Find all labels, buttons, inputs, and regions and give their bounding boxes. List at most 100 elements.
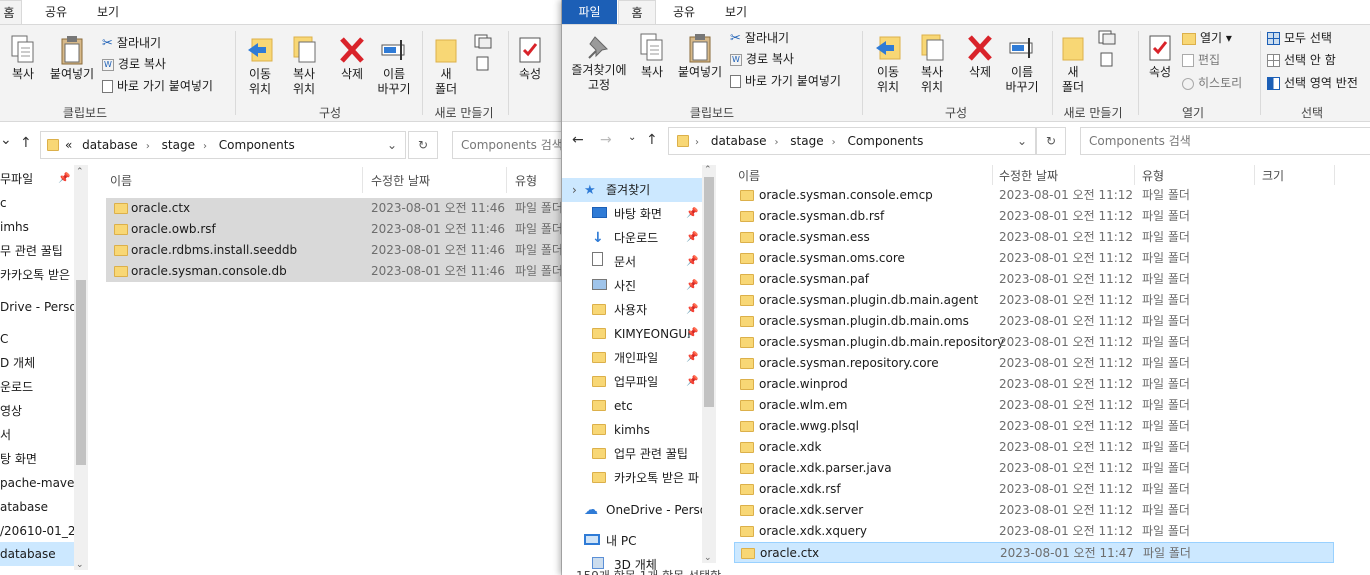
copy-to-button[interactable]: 복사 위치 <box>912 33 952 95</box>
tab-home[interactable]: 홈 <box>618 0 656 24</box>
nav-item[interactable]: 바탕 화면 📌 <box>562 202 702 226</box>
scroll-down-icon[interactable]: ⌄ <box>704 553 712 563</box>
column-divider[interactable] <box>992 165 993 185</box>
history-button[interactable]: 히스토리 <box>1182 74 1242 92</box>
paste-shortcut-button[interactable]: 바로 가기 붙여넣기 <box>730 72 841 90</box>
nav-scrollbar-thumb[interactable] <box>704 177 714 407</box>
breadcrumb-stage[interactable]: stage <box>162 138 195 152</box>
new-item-button[interactable] <box>470 33 500 79</box>
file-row[interactable]: oracle.xdk.parser.java 2023-08-01 오전 11:1… <box>734 458 1334 479</box>
select-all-button[interactable]: 모두 선택 <box>1267 29 1332 47</box>
rename-button[interactable]: 이름 바꾸기 <box>374 35 414 97</box>
scroll-up-icon[interactable]: ⌃ <box>704 165 712 175</box>
copy-path-button[interactable]: W 경로 복사 <box>730 50 794 68</box>
file-row[interactable]: oracle.xdk.rsf 2023-08-01 오전 11:12 파일 폴더 <box>734 479 1334 500</box>
rename-button[interactable]: 이름 바꾸기 <box>1000 33 1044 95</box>
file-row[interactable]: oracle.xdk.server 2023-08-01 오전 11:12 파일 폴… <box>734 500 1334 521</box>
nav-item[interactable]: 문서 📌 <box>562 250 702 274</box>
file-row[interactable]: oracle.sysman.paf 2023-08-01 오전 11:12 파일 폴… <box>734 269 1334 290</box>
column-divider[interactable] <box>1254 165 1255 185</box>
nav-item[interactable]: 운로드 <box>0 375 74 399</box>
nav-item[interactable]: 서 <box>0 423 74 447</box>
address-dropdown-icon[interactable]: ⌄ <box>1017 128 1027 154</box>
move-to-button[interactable]: 이동 위치 <box>240 35 280 97</box>
column-divider[interactable] <box>1334 165 1335 185</box>
tab-home[interactable]: 홈 <box>0 0 22 24</box>
column-header-type[interactable]: 유형 <box>515 172 537 189</box>
nav-item[interactable]: 개인파일 📌 <box>562 346 702 370</box>
pin-icon[interactable]: 📌 <box>686 226 698 250</box>
nav-scrollbar[interactable]: ⌃ ⌄ <box>74 165 88 570</box>
file-row[interactable]: oracle.sysman.repository.core 2023-08-01 … <box>734 353 1334 374</box>
column-header-date[interactable]: 수정한 날짜 <box>371 172 430 189</box>
nav-item[interactable]: 업무파일 📌 <box>562 370 702 394</box>
file-row[interactable]: oracle.sysman.console.emcp 2023-08-01 오전 … <box>734 185 1334 206</box>
nav-item[interactable]: Drive - Person <box>0 295 84 319</box>
recent-locations-chevron-icon[interactable]: ⌄ <box>0 132 12 148</box>
file-row[interactable]: oracle.wwg.plsql 2023-08-01 오전 11:12 파일 폴더 <box>734 416 1334 437</box>
copy-button[interactable]: 복사 <box>634 33 670 80</box>
delete-button[interactable]: 삭제 <box>334 35 370 82</box>
nav-item[interactable]: 사진 📌 <box>562 274 702 298</box>
refresh-icon[interactable]: ↻ <box>408 131 438 159</box>
nav-item[interactable]: 카카오톡 받은 파 <box>562 466 702 490</box>
collapse-chevron-icon[interactable]: › <box>572 178 577 202</box>
nav-item[interactable]: imhs <box>0 215 74 239</box>
nav-item[interactable]: 사용자 📌 <box>562 298 702 322</box>
tab-view[interactable]: 보기 <box>714 0 758 24</box>
breadcrumb-database[interactable]: database <box>82 138 138 152</box>
up-arrow-icon[interactable]: ↑ <box>646 132 658 148</box>
tab-share[interactable]: 공유 <box>36 0 76 24</box>
refresh-icon[interactable]: ↻ <box>1036 127 1066 155</box>
column-header-name[interactable]: 이름 <box>738 167 760 184</box>
nav-item[interactable]: 무파일 📌 <box>0 167 74 191</box>
pin-icon[interactable]: 📌 <box>686 298 698 322</box>
nav-item[interactable]: ☁ OneDrive - Person <box>562 498 702 522</box>
column-divider[interactable] <box>506 167 507 193</box>
properties-button[interactable]: 속성 <box>1142 33 1178 80</box>
delete-button[interactable]: 삭제 <box>962 33 998 80</box>
pin-to-quick-access-button[interactable]: 즐겨찾기에 고정 <box>566 33 632 93</box>
nav-item[interactable]: D 개체 <box>0 351 74 375</box>
column-divider[interactable] <box>362 167 363 193</box>
nav-item[interactable]: 업무 관련 꿀팁 <box>562 442 702 466</box>
breadcrumb-components[interactable]: Components <box>219 138 295 152</box>
recent-locations-chevron-icon[interactable]: ⌄ <box>628 132 636 143</box>
address-dropdown-icon[interactable]: ⌄ <box>387 132 397 158</box>
nav-item[interactable]: 탕 화면 <box>0 447 74 471</box>
nav-item[interactable]: database <box>0 542 74 566</box>
nav-item[interactable]: pache-maven <box>0 471 82 495</box>
pin-icon[interactable]: 📌 <box>686 274 698 298</box>
file-row[interactable]: oracle.rdbms.install.seeddb 2023-08-01 오전… <box>106 240 561 261</box>
file-row[interactable]: oracle.sysman.plugin.db.main.repository 2… <box>734 332 1334 353</box>
breadcrumb-stage[interactable]: stage <box>790 134 823 148</box>
file-row[interactable]: oracle.sysman.oms.core 2023-08-01 오전 11:1… <box>734 248 1334 269</box>
paste-button[interactable]: 붙여넣기 <box>46 35 98 82</box>
file-row[interactable]: oracle.sysman.db.rsf 2023-08-01 오전 11:12 파… <box>734 206 1334 227</box>
nav-item[interactable]: atabase <box>0 495 74 519</box>
column-header-size[interactable]: 크기 <box>1262 167 1284 184</box>
nav-item[interactable]: /20610-01_2c <box>0 519 82 543</box>
file-row[interactable]: oracle.ctx 2023-08-01 오전 11:46 파일 폴더 <box>106 198 561 219</box>
scroll-down-icon[interactable]: ⌄ <box>76 560 84 570</box>
paste-shortcut-button[interactable]: 바로 가기 붙여넣기 <box>102 77 213 95</box>
new-item-button[interactable] <box>1094 29 1124 75</box>
copy-to-button[interactable]: 복사 위치 <box>284 35 324 97</box>
up-arrow-icon[interactable]: ↑ <box>20 135 32 151</box>
select-none-button[interactable]: 선택 안 함 <box>1267 51 1336 69</box>
nav-item[interactable]: 내 PC <box>562 529 702 553</box>
column-header-name[interactable]: 이름 <box>110 172 132 189</box>
pin-icon[interactable]: 📌 <box>58 167 70 191</box>
cut-button[interactable]: ✂ 잘라내기 <box>102 34 161 52</box>
nav-item[interactable]: etc <box>562 394 702 418</box>
pin-icon[interactable]: 📌 <box>686 322 698 346</box>
nav-item[interactable]: ★ 즐겨찾기 › <box>562 178 702 202</box>
nav-item[interactable]: C <box>0 327 74 351</box>
paste-button[interactable]: 붙여넣기 <box>674 33 726 80</box>
breadcrumb-components[interactable]: Components <box>847 134 923 148</box>
nav-item[interactable]: 영상 <box>0 399 74 423</box>
nav-item[interactable]: kimhs <box>562 418 702 442</box>
search-input[interactable]: Components 검색 <box>452 131 561 159</box>
new-folder-button[interactable]: 새 폴더 <box>1056 33 1090 95</box>
move-to-button[interactable]: 이동 위치 <box>868 33 908 95</box>
